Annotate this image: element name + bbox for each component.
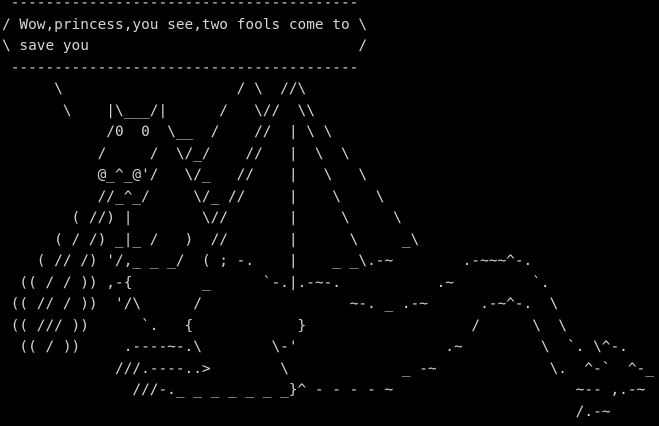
ascii-art-line: \ |\___/| / \// \\: [2, 102, 315, 119]
ascii-art-line: ( //) | \// | \ \: [2, 210, 402, 226]
ascii-art-line: ( // /) '/,_ _ _/ ( ; -. | _ _\.-~ .-~~~…: [2, 253, 533, 269]
ascii-art-line: ///-._ _ _ _ _ _ _}^ - - - - ~ ~-- ,.-~: [2, 382, 646, 398]
ascii-art-line: / / \/_/ // | \ \: [2, 145, 350, 162]
ascii-art-line: //_^_/ \/_ // | \ \: [2, 188, 385, 205]
ascii-art-line: /.-~: [2, 403, 611, 420]
bubble-border-top: ----------------------------------------: [2, 0, 359, 11]
ascii-art: \ / \ //\ \ |\___/| / \// \\ /0 0 \__ / …: [2, 79, 659, 423]
speech-bubble: ----------------------------------------…: [2, 0, 659, 79]
bubble-text-line: / Wow,princess,you see,two fools come to…: [2, 16, 368, 33]
ascii-art-line: \ / \ //\: [2, 81, 307, 97]
ascii-art-line: ( / /) _|_ / ) // | \ _\: [2, 231, 420, 248]
ascii-art-line: (( / )) .----~-.\ \-' .~ \ `. \^-.: [2, 339, 628, 355]
terminal-output: ----------------------------------------…: [2, 0, 659, 423]
ascii-art-line: (( / / )) ,-{ _ `-.|.-~-. .~ `.: [2, 274, 550, 291]
ascii-art-line: (( /// )) `. { } / \ \: [2, 317, 567, 334]
ascii-art-line: @_^_@'/ \/_ // | \ \: [2, 167, 368, 183]
ascii-art-line: ///.----..> \ _ -~ \. ^-` ^-_: [2, 360, 654, 377]
ascii-art-line: /0 0 \__ / // | \ \: [2, 124, 333, 140]
bubble-border-bottom: ----------------------------------------: [2, 59, 359, 76]
ascii-art-line: (( // / )) '/\ / ~-. _ .-~ .-~^-. \: [2, 296, 559, 312]
bubble-text-line: \ save you /: [2, 38, 368, 54]
